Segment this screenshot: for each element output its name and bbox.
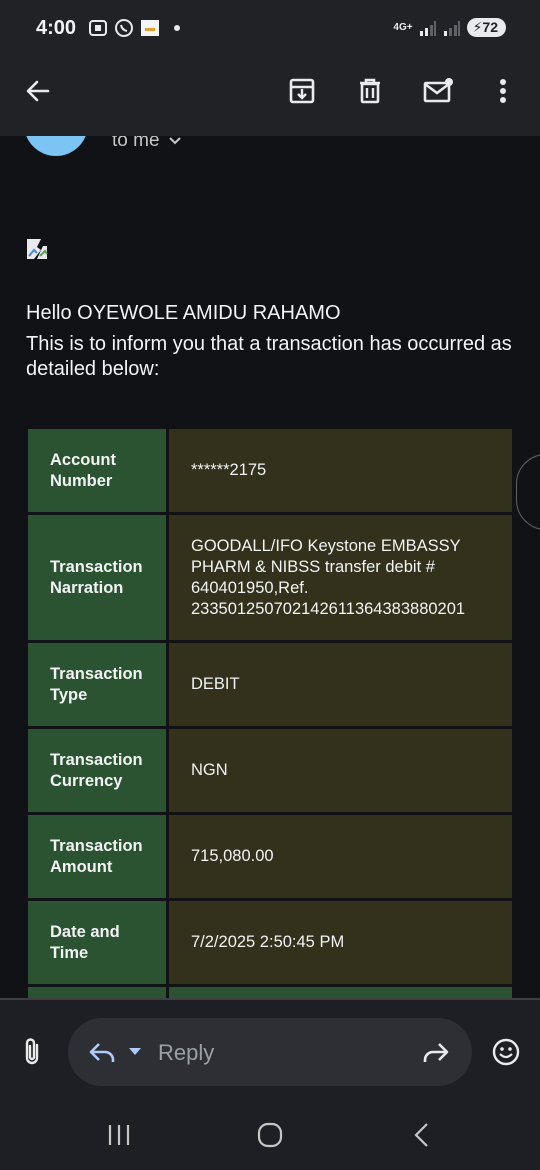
screenshot-icon: [89, 20, 107, 36]
chevron-down-icon: [168, 137, 181, 145]
battery-level: 72: [482, 19, 498, 35]
battery-indicator: ⚡72: [466, 18, 506, 37]
emoji-icon: [492, 1038, 520, 1066]
table-row: Account Number ******2175: [28, 429, 512, 512]
forward-icon[interactable]: [422, 1040, 450, 1064]
reply-bar: Reply: [0, 1000, 540, 1100]
emoji-button[interactable]: [486, 1032, 526, 1072]
chevron-left-icon: [414, 1123, 428, 1147]
status-time: 4:00: [36, 17, 77, 39]
archive-icon: [289, 78, 315, 104]
delete-button[interactable]: [350, 71, 390, 111]
chevron-down-icon[interactable]: [128, 1047, 142, 1057]
table-row: Transaction Amount 715,080.00: [28, 815, 512, 898]
table-row: Transaction Type DEBIT: [28, 643, 512, 726]
recent-apps-icon: [108, 1125, 130, 1145]
row-value: DEBIT: [166, 643, 512, 726]
greeting-text: Hello OYEWOLE AMIDU RAHAMO: [26, 302, 341, 324]
trash-icon: [360, 78, 380, 104]
row-label: Date and Time: [28, 901, 166, 984]
paperclip-icon: [25, 1038, 39, 1065]
reply-label: Reply: [158, 1040, 215, 1065]
email-toolbar: [0, 58, 540, 136]
app-notification-icon: [141, 20, 159, 36]
row-label: Transaction Amount: [28, 815, 166, 898]
row-value: ******2175: [166, 429, 512, 512]
row-label: Transaction Currency: [28, 729, 166, 812]
table-row: Transaction Currency NGN: [28, 729, 512, 812]
row-label: Transaction Narration: [28, 515, 166, 640]
transaction-details-table: Account Number ******2175 Transaction Na…: [28, 426, 512, 1000]
mail-unread-icon: [423, 78, 453, 103]
home-button[interactable]: [250, 1115, 290, 1155]
reply-field[interactable]: Reply: [68, 1018, 472, 1086]
system-icons: 4G+ ⚡72: [393, 18, 506, 37]
row-label: Account Number: [28, 429, 166, 512]
recent-apps-button[interactable]: [99, 1115, 139, 1155]
attach-button[interactable]: [12, 1032, 52, 1072]
status-bar: 4:00 4G+ ⚡72: [0, 0, 540, 58]
reply-icon[interactable]: [88, 1040, 116, 1064]
row-value: 7/2/2025 2:50:45 PM: [166, 901, 512, 984]
signal-icon-2: [443, 20, 460, 36]
more-options-button[interactable]: [483, 71, 523, 111]
whatsapp-icon: [115, 19, 133, 37]
intro-text: This is to inform you that a transaction…: [26, 333, 512, 380]
back-nav-button[interactable]: [401, 1115, 441, 1155]
table-row: Transaction Narration GOODALL/IFO Keysto…: [28, 515, 512, 640]
back-button[interactable]: [18, 71, 58, 111]
recipient-label: to me: [112, 136, 160, 151]
recipient-details[interactable]: to me: [112, 136, 182, 152]
network-type: 4G+: [393, 22, 413, 33]
signal-icon: [419, 20, 436, 36]
arrow-left-icon: [26, 80, 50, 102]
more-notifications-dot: [174, 25, 180, 31]
email-body[interactable]: to me Hello OYEWOLE AMIDU RAHAMO This is…: [0, 136, 540, 1000]
home-icon: [257, 1122, 283, 1148]
sender-avatar[interactable]: [24, 136, 88, 156]
system-nav-bar: [0, 1100, 540, 1170]
floating-scroll-button[interactable]: [516, 454, 540, 530]
more-vert-icon: [500, 79, 506, 103]
notification-icons: [88, 18, 180, 38]
row-value: 715,080.00: [166, 815, 512, 898]
row-value: GOODALL/IFO Keystone EMBASSY PHARM & NIB…: [166, 515, 512, 640]
row-label: Transaction Type: [28, 643, 166, 726]
row-value: NGN: [166, 729, 512, 812]
mark-unread-button[interactable]: [418, 71, 458, 111]
archive-button[interactable]: [282, 71, 322, 111]
table-row: Date and Time 7/2/2025 2:50:45 PM: [28, 901, 512, 984]
broken-image-icon: [27, 239, 48, 259]
